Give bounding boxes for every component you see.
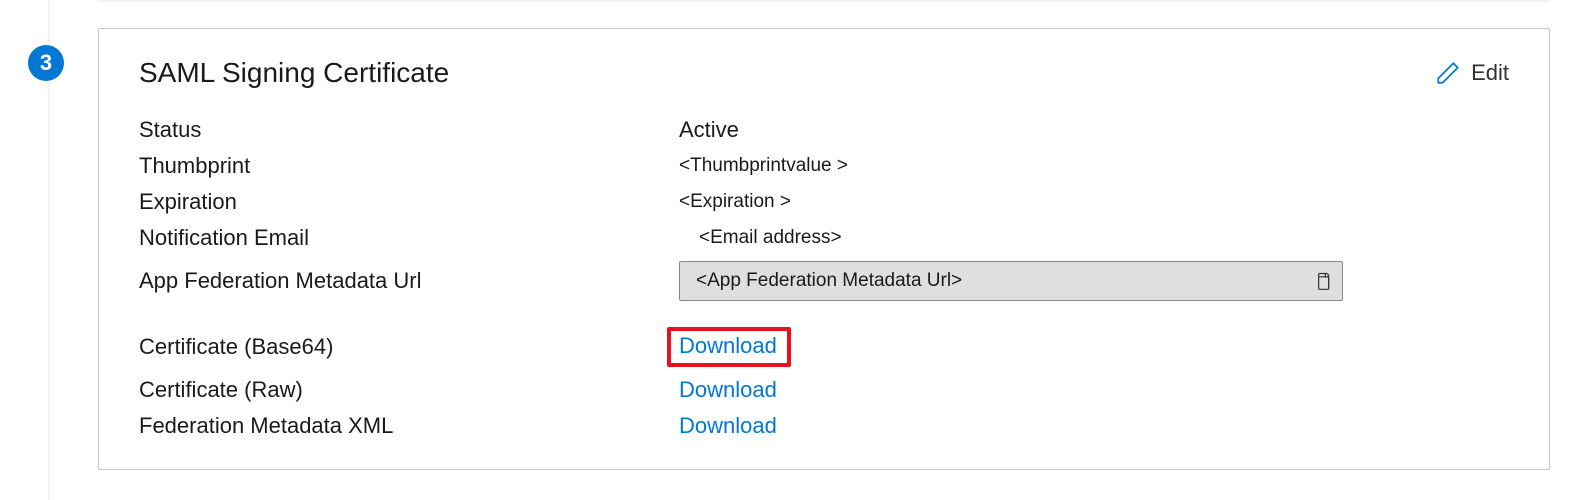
thumbprint-label: Thumbprint	[139, 153, 679, 179]
pencil-icon	[1435, 60, 1461, 86]
spacer	[679, 311, 1509, 317]
status-label: Status	[139, 117, 679, 143]
step-badge: 3	[28, 45, 64, 81]
cert-raw-download-link[interactable]: Download	[679, 377, 777, 402]
metadata-url-value: <App Federation Metadata Url>	[696, 270, 962, 292]
metadata-url-label: App Federation Metadata Url	[139, 268, 679, 294]
notification-email-label: Notification Email	[139, 225, 679, 251]
spacer	[139, 311, 679, 317]
fed-xml-download-link[interactable]: Download	[679, 413, 777, 438]
status-value: Active	[679, 117, 1509, 143]
expiration-value: <Expiration >	[679, 191, 1509, 213]
step-number: 3	[40, 50, 52, 76]
fed-xml-label: Federation Metadata XML	[139, 413, 679, 439]
card-header: SAML Signing Certificate Edit	[139, 57, 1509, 89]
notification-email-value: <Email address>	[679, 227, 1509, 249]
saml-signing-certificate-card: SAML Signing Certificate Edit Status Act…	[98, 28, 1550, 470]
field-rows: Status Active Thumbprint <Thumbprintvalu…	[139, 117, 1509, 439]
card-title: SAML Signing Certificate	[139, 57, 449, 89]
cert-base64-label: Certificate (Base64)	[139, 334, 679, 360]
edit-button[interactable]: Edit	[1435, 60, 1509, 86]
copy-icon[interactable]	[1312, 270, 1332, 292]
expiration-label: Expiration	[139, 189, 679, 215]
card-top-divider	[98, 0, 1550, 2]
edit-label: Edit	[1471, 60, 1509, 86]
cert-raw-label: Certificate (Raw)	[139, 377, 679, 403]
metadata-url-field[interactable]: <App Federation Metadata Url>	[679, 261, 1343, 301]
cert-base64-download-link[interactable]: Download	[667, 327, 791, 367]
thumbprint-value: <Thumbprintvalue >	[679, 155, 1509, 177]
